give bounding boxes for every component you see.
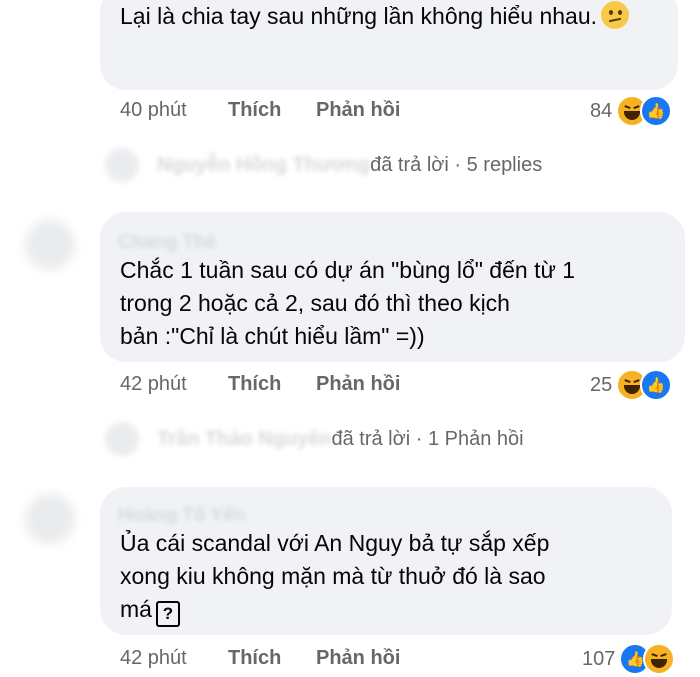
avatar [105,148,139,182]
like-reaction-icon: 👍 [640,95,673,127]
comment-line: xong kiu không mặn mà từ thuở đó là sao [120,563,546,589]
avatar [25,220,75,270]
like-button[interactable]: Thích [228,647,316,670]
comment-line-text: má [120,596,152,622]
confused-face-icon [601,1,630,29]
reaction-count: 84 [590,99,613,122]
comment-line: má? [120,593,654,627]
comment-actions: 42 phút Thích Phản hồi [120,647,400,670]
question-box-icon: ? [155,601,180,627]
comment-time[interactable]: 42 phút [120,647,228,670]
reaction-summary[interactable]: 25 👍 [590,369,673,401]
comment-text: Lại là chia tay sau những lần không hiểu… [120,0,660,33]
view-replies[interactable]: Nguyễn Hồng Thương đã trả lời · 5 replie… [105,148,542,182]
reaction-summary[interactable]: 84 👍 [590,95,673,127]
reaction-count: 107 [582,647,616,670]
reaction-count: 25 [590,373,613,396]
comment-line: trong 2 hoặc cả 2, sau đó thì theo kịch [120,290,510,316]
comment-text-content: Lại là chia tay sau những lần không hiểu… [120,3,598,29]
comment-author[interactable]: Hoàng Tố Yến [118,499,245,532]
like-button[interactable]: Thích [228,99,316,122]
comment-bubble: Chang Thẻ Chắc 1 tuần sau có dự án "bùng… [100,212,685,362]
comment-bubble: Hoàng Tố Yến Ủa cái scandal với An Nguy … [100,487,672,635]
view-replies[interactable]: Trần Thảo Nguyên đã trả lời · 1 Phản hồi [105,422,524,456]
comment-bubble: Lại là chia tay sau những lần không hiểu… [100,0,678,90]
reaction-summary[interactable]: 107 👍 [582,643,676,675]
reply-button[interactable]: Phản hồi [316,647,400,670]
comment-time[interactable]: 42 phút [120,373,228,396]
avatar [25,494,75,544]
avatar [105,422,139,456]
comment-line: bản :"Chỉ là chút hiểu lầm" =)) [120,323,425,349]
reply-author-name: Trần Thảo Nguyên [157,427,332,450]
haha-reaction-icon [643,643,676,675]
replies-link[interactable]: đã trả lời · 5 replies [370,154,542,177]
comment-author[interactable]: Chang Thẻ [118,226,216,259]
reply-button[interactable]: Phản hồi [316,373,400,396]
replies-link[interactable]: đã trả lời · 1 Phản hồi [331,428,523,451]
comment-time[interactable]: 40 phút [120,99,228,122]
reply-author-name: Nguyễn Hồng Thương [157,153,371,176]
like-button[interactable]: Thích [228,373,316,396]
reply-button[interactable]: Phản hồi [316,99,400,122]
comment-actions: 42 phút Thích Phản hồi [120,373,400,396]
comment-actions: 40 phút Thích Phản hồi [120,99,400,122]
like-reaction-icon: 👍 [640,369,673,401]
